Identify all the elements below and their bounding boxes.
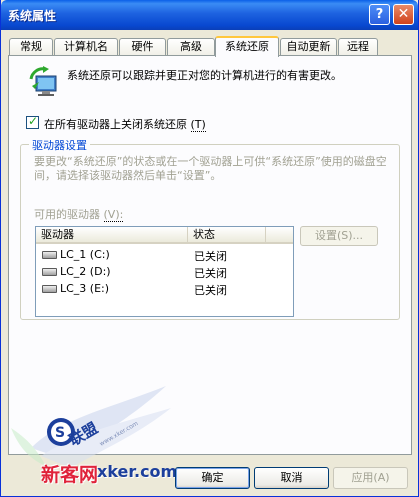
drives-list[interactable]: 驱动器 状态 LC_1 (C:) 已关闭 LC_2 (D:) 已关闭 LC_3 … bbox=[35, 226, 294, 317]
tab-system-restore[interactable]: 系统还原 bbox=[215, 36, 279, 57]
system-properties-window: 系统属性 ? ✕ 常规 计算机名 硬件 高级 系统还原 自动更新 远程 系统还原… bbox=[0, 0, 419, 497]
drive-status: 已关闭 bbox=[194, 250, 227, 263]
close-button[interactable]: ✕ bbox=[393, 4, 414, 25]
tab-advanced[interactable]: 高级 bbox=[167, 38, 215, 56]
title-bar[interactable]: 系统属性 ? ✕ bbox=[1, 0, 418, 30]
disable-all-checkbox[interactable]: ✓ bbox=[26, 114, 39, 129]
drive-settings-title: 驱动器设置 bbox=[29, 137, 90, 153]
drive-name: LC_1 (C:) bbox=[60, 248, 110, 261]
drives-list-header: 驱动器 状态 bbox=[36, 227, 293, 244]
hard-drive-icon bbox=[42, 268, 57, 276]
column-header-drive[interactable]: 驱动器 bbox=[36, 227, 188, 243]
hard-drive-icon bbox=[42, 285, 57, 293]
watermark-brand: 新客网 bbox=[41, 464, 99, 486]
tab-computer-name[interactable]: 计算机名 bbox=[54, 38, 118, 56]
system-restore-icon bbox=[29, 66, 57, 96]
available-drives-accel: (V): bbox=[103, 208, 124, 222]
disable-all-accel: (T) bbox=[190, 118, 206, 132]
column-header-status[interactable]: 状态 bbox=[188, 227, 266, 243]
drive-row[interactable]: LC_1 (C:) 已关闭 bbox=[36, 247, 293, 263]
drive-settings-description: 要更改“系统还原”的状态或在一个驱动器上可供“系统还原”使用的磁盘空间，请选择该… bbox=[34, 155, 387, 182]
tab-remote[interactable]: 远程 bbox=[338, 38, 378, 56]
settings-button[interactable]: 设置(S)... bbox=[300, 226, 378, 246]
ok-button[interactable]: 确定 bbox=[175, 467, 250, 489]
hard-drive-icon bbox=[42, 251, 57, 259]
svg-text:S: S bbox=[55, 425, 65, 441]
tab-hardware[interactable]: 硬件 bbox=[119, 38, 166, 56]
help-button[interactable]: ? bbox=[369, 4, 390, 25]
drive-row[interactable]: LC_2 (D:) 已关闭 bbox=[36, 264, 293, 280]
tab-general[interactable]: 常规 bbox=[9, 38, 53, 56]
disable-all-text: 在所有驱动器上关闭系统还原 bbox=[44, 118, 187, 131]
cancel-button[interactable]: 取消 bbox=[254, 467, 329, 489]
drive-status: 已关闭 bbox=[194, 267, 227, 280]
drive-name: LC_3 (E:) bbox=[60, 282, 110, 295]
disable-all-label[interactable]: 在所有驱动器上关闭系统还原 (T) bbox=[44, 116, 206, 132]
drive-name: LC_2 (D:) bbox=[60, 265, 111, 278]
checkmark-icon: ✓ bbox=[28, 114, 39, 128]
drive-status: 已关闭 bbox=[194, 284, 227, 297]
window-title: 系统属性 bbox=[8, 9, 57, 23]
watermark-url: xker.com bbox=[97, 462, 178, 481]
available-drives-text: 可用的驱动器 bbox=[34, 208, 100, 221]
apply-button[interactable]: 应用(A) bbox=[333, 467, 408, 489]
available-drives-label: 可用的驱动器 (V): bbox=[34, 206, 124, 222]
intro-text: 系统还原可以跟踪并更正对您的计算机进行的有害更改。 bbox=[67, 69, 342, 82]
drive-row[interactable]: LC_3 (E:) 已关闭 bbox=[36, 281, 293, 297]
tab-strip: 常规 计算机名 硬件 高级 系统还原 自动更新 远程 bbox=[9, 36, 409, 57]
tab-automatic-updates[interactable]: 自动更新 bbox=[280, 38, 337, 56]
